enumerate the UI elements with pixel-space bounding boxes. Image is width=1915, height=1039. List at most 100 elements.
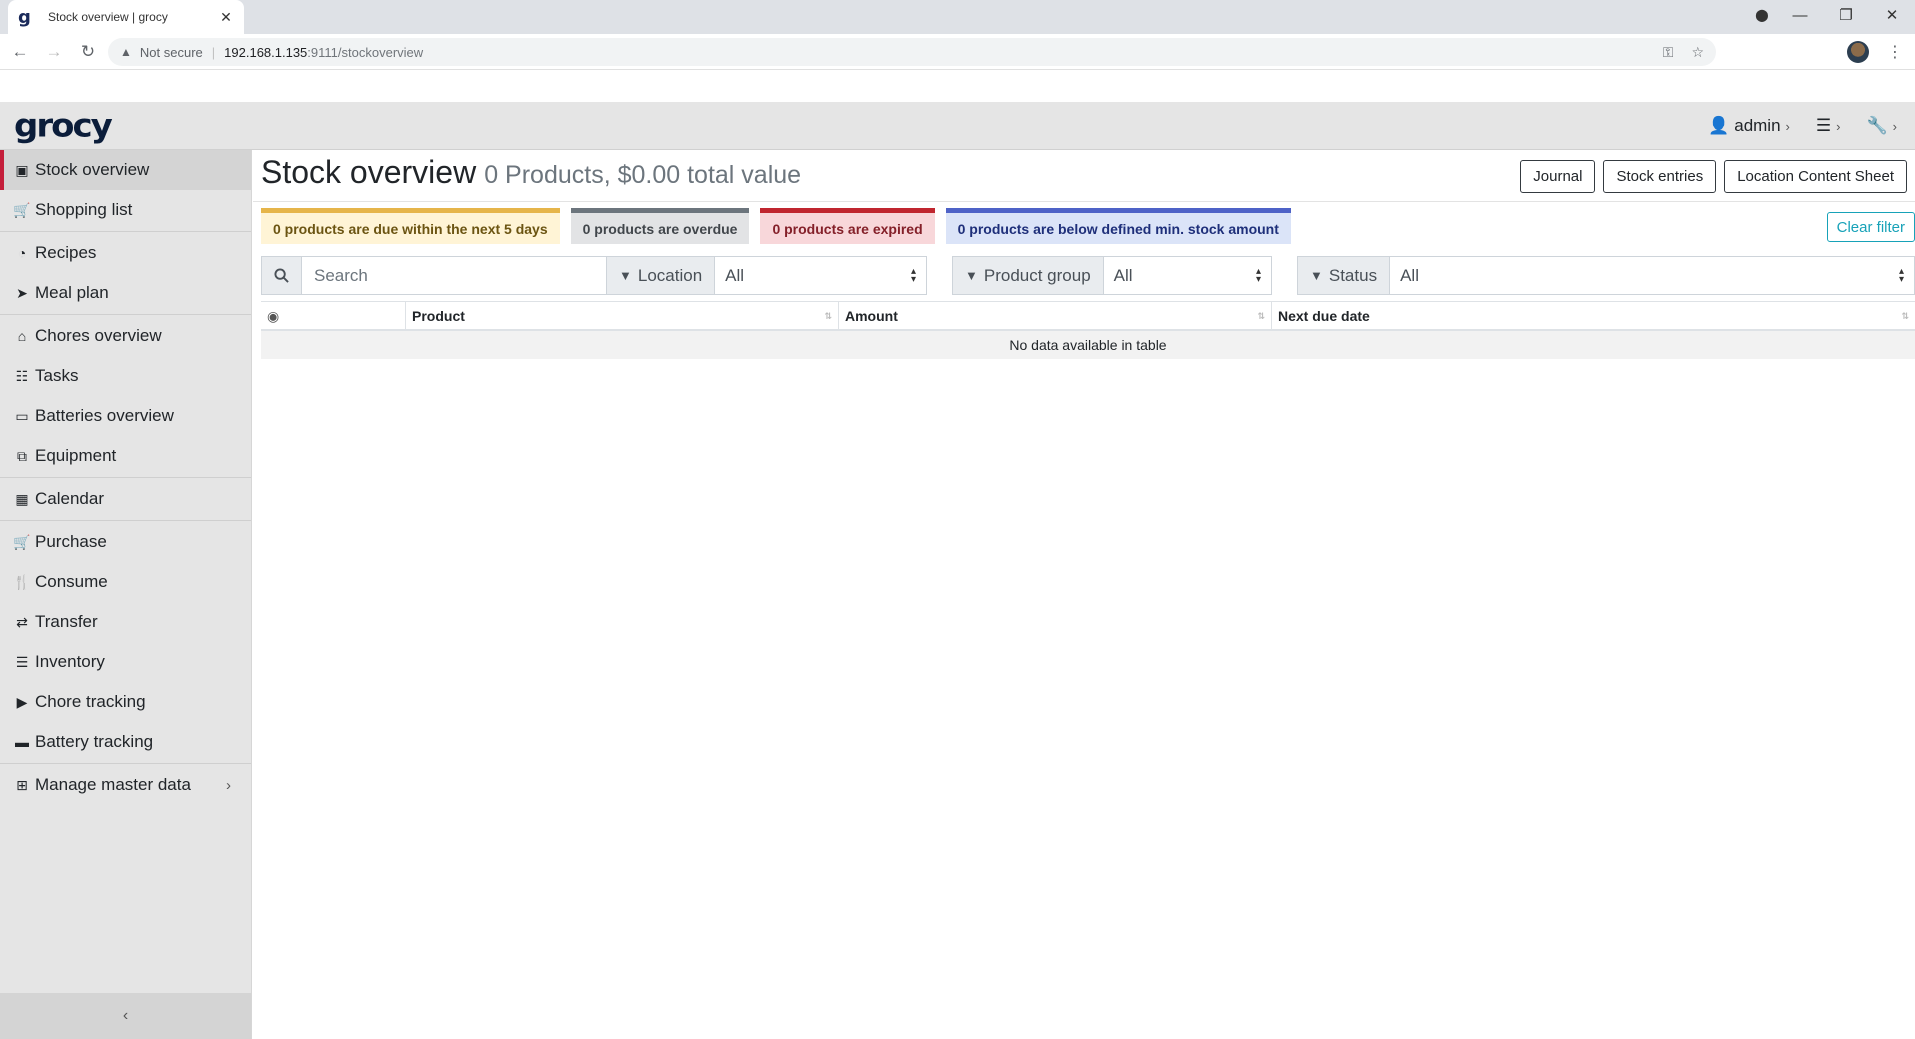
- chevron-right-icon: ›: [1836, 118, 1841, 134]
- reload-icon[interactable]: ↻: [74, 42, 102, 62]
- sidebar-item-label: Chore tracking: [35, 692, 146, 711]
- search-input[interactable]: Search: [302, 256, 652, 295]
- product-group-filter-label: ▼ Product group: [952, 256, 1104, 295]
- due-soon-badge[interactable]: 0 products are due within the next 5 day…: [261, 208, 560, 244]
- sidebar-item-recipes[interactable]: ◔ Recipes: [0, 233, 251, 273]
- page-subtitle: 0 Products, $0.00 total value: [484, 161, 802, 189]
- sidebar-divider: [0, 477, 251, 478]
- sidebar-item-meal-plan[interactable]: ➤ Meal plan: [0, 273, 251, 313]
- tab-search-icon[interactable]: ⬤: [1747, 8, 1777, 22]
- sidebar-item-chores-overview[interactable]: ⌂ Chores overview: [0, 316, 251, 356]
- expired-badge[interactable]: 0 products are expired: [760, 208, 935, 244]
- browser-toolbar: ← → ↻ ▲ Not secure | 192.168.1.135 :9111…: [0, 34, 1915, 70]
- exchange-icon: ⇄: [16, 613, 28, 630]
- toolbar-right: ⋮: [1847, 38, 1903, 66]
- sidebar-item-label: Meal plan: [35, 283, 109, 302]
- top-buttons: Journal Stock entries Location Content S…: [1520, 160, 1907, 193]
- calendar-icon: ▦: [15, 490, 29, 507]
- sidebar-item-equipment[interactable]: ⧉ Equipment: [0, 436, 251, 476]
- eye-icon: ◉: [267, 307, 280, 324]
- sidebar-item-label: Battery tracking: [35, 732, 154, 751]
- sidebar-item-label: Shopping list: [35, 200, 133, 219]
- column-label: Next due date: [1278, 308, 1370, 324]
- app-header: grocy 👤 admin › ☰ › 🔧 ›: [0, 102, 1915, 150]
- sidebar-item-shopping-list[interactable]: 🛒 Shopping list: [0, 190, 251, 230]
- sidebar-item-transfer[interactable]: ⇄ Transfer: [0, 602, 251, 642]
- restore-icon[interactable]: ❐: [1823, 6, 1869, 24]
- view-settings-menu[interactable]: ☰ ›: [1816, 116, 1841, 136]
- stock-table: ◉ Product ⇅ Amount ⇅ Next due date ⇅ No …: [261, 301, 1915, 359]
- sidebar-item-label: Recipes: [35, 243, 97, 262]
- bookmark-star-icon[interactable]: ☆: [1691, 44, 1704, 61]
- column-label: Amount: [845, 308, 898, 324]
- select-caret-icon: ▴ ▾: [1255, 265, 1261, 285]
- sidebar-item-stock-overview[interactable]: ▣ Stock overview: [0, 150, 251, 190]
- filter-icon: ▼: [965, 268, 978, 283]
- sidebar-item-label: Stock overview: [35, 160, 150, 179]
- sliders-icon: ☰: [1815, 116, 1832, 135]
- sort-icon: ⇅: [1901, 310, 1909, 321]
- profile-avatar-icon[interactable]: [1847, 41, 1869, 63]
- column-header-product[interactable]: Product ⇅: [405, 302, 838, 330]
- warning-icon[interactable]: ▲: [120, 45, 132, 59]
- column-header-next-due-date[interactable]: Next due date ⇅: [1271, 302, 1915, 330]
- column-header-amount[interactable]: Amount ⇅: [838, 302, 1271, 330]
- sidebar-item-batteries-overview[interactable]: ▭ Batteries overview: [0, 396, 251, 436]
- journal-button[interactable]: Journal: [1520, 160, 1596, 193]
- settings-menu[interactable]: 🔧 ›: [1866, 116, 1897, 136]
- sidebar-item-manage-master-data[interactable]: ⊞ Manage master data ›: [0, 765, 251, 805]
- paper-plane-icon: ➤: [16, 284, 28, 301]
- sidebar-item-label: Batteries overview: [35, 406, 174, 425]
- product-group-label: Product group: [983, 265, 1091, 285]
- user-menu[interactable]: 👤 admin ›: [1708, 116, 1790, 136]
- sidebar-item-consume[interactable]: 🍴 Consume: [0, 562, 251, 602]
- location-select[interactable]: All ▴ ▾: [715, 256, 927, 295]
- close-window-icon[interactable]: ✕: [1869, 6, 1915, 24]
- car-battery-icon: ▬: [15, 734, 29, 750]
- page-title: Stock overview: [261, 154, 477, 190]
- user-name: admin: [1734, 116, 1781, 135]
- sidebar-item-chore-tracking[interactable]: ▶ Chore tracking: [0, 682, 251, 722]
- overdue-badge[interactable]: 0 products are overdue: [570, 208, 750, 244]
- sort-icon: ⇅: [824, 310, 832, 321]
- play-icon: ▶: [16, 693, 28, 710]
- divider: [253, 201, 1915, 202]
- below-min-stock-badge[interactable]: 0 products are below defined min. stock …: [945, 208, 1291, 244]
- sidebar-item-inventory[interactable]: ☰ Inventory: [0, 642, 251, 682]
- table-header: ◉ Product ⇅ Amount ⇅ Next due date ⇅: [261, 301, 1915, 331]
- sidebar-item-tasks[interactable]: ☷ Tasks: [0, 356, 251, 396]
- minimize-icon[interactable]: —: [1777, 7, 1823, 24]
- grocy-logo[interactable]: grocy: [14, 107, 113, 145]
- sidebar-item-label: Chores overview: [35, 326, 162, 345]
- sidebar-divider: [0, 763, 251, 764]
- url-separator: |: [211, 44, 216, 60]
- product-group-select[interactable]: All ▴ ▾: [1103, 256, 1272, 295]
- sidebar-item-calendar[interactable]: ▦ Calendar: [0, 479, 251, 519]
- search-group: Search: [261, 256, 652, 295]
- browser-tab[interactable]: g Stock overview | grocy ✕: [8, 0, 244, 34]
- chevron-right-icon: ›: [1892, 118, 1897, 134]
- list-icon: ☰: [15, 653, 29, 670]
- title-row: Stock overview 0 Products, $0.00 total v…: [261, 154, 801, 191]
- back-icon[interactable]: ←: [6, 42, 34, 62]
- sidebar-divider: [0, 520, 251, 521]
- location-label: Location: [637, 265, 703, 285]
- wrench-icon: 🔧: [1866, 116, 1888, 135]
- stock-entries-button[interactable]: Stock entries: [1603, 160, 1717, 193]
- status-filter: ▼ Status All ▴ ▾: [1297, 256, 1915, 295]
- column-visibility-toggle[interactable]: ◉: [261, 302, 405, 330]
- browser-tabstrip: g Stock overview | grocy ✕ ⬤ — ❐ ✕: [0, 0, 1915, 34]
- sidebar-collapse-button[interactable]: ‹: [0, 993, 251, 1039]
- key-icon[interactable]: ⚿: [1663, 44, 1674, 61]
- sidebar-item-battery-tracking[interactable]: ▬ Battery tracking: [0, 722, 251, 762]
- forward-icon[interactable]: →: [40, 42, 68, 62]
- location-content-sheet-button[interactable]: Location Content Sheet: [1724, 160, 1907, 193]
- sidebar-divider: [0, 314, 251, 315]
- sidebar-item-purchase[interactable]: 🛒 Purchase: [0, 522, 251, 562]
- status-select[interactable]: All ▴ ▾: [1390, 256, 1915, 295]
- user-icon: 👤: [1708, 116, 1730, 135]
- tab-close-icon[interactable]: ✕: [218, 9, 234, 26]
- address-bar[interactable]: ▲ Not secure | 192.168.1.135 :9111/stock…: [108, 38, 1716, 66]
- browser-menu-icon[interactable]: ⋮: [1887, 42, 1903, 62]
- clear-filter-button[interactable]: Clear filter: [1826, 212, 1915, 242]
